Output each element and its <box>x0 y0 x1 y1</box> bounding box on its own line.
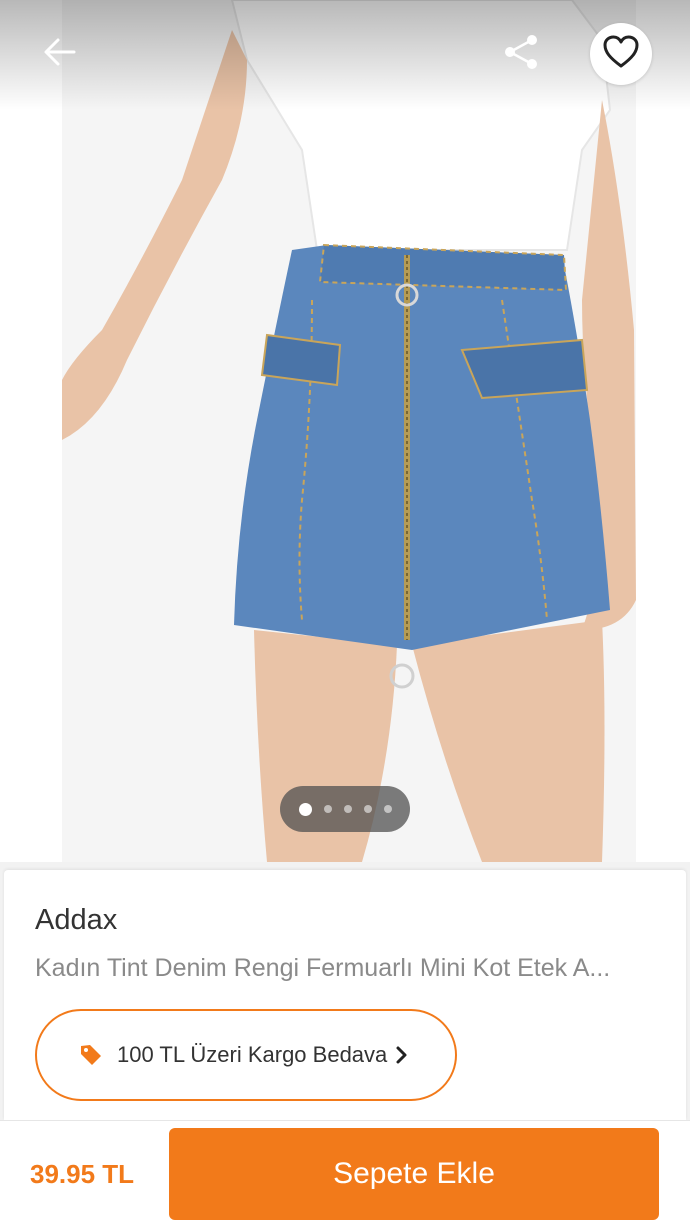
tag-icon <box>79 1043 103 1067</box>
back-button[interactable] <box>30 24 90 84</box>
pager-dot <box>343 805 352 813</box>
top-gradient-overlay <box>0 0 690 110</box>
product-detail-screen: Addax Kadın Tint Denim Rengi Fermuarlı M… <box>0 0 690 1227</box>
chevron-right-icon <box>395 1045 409 1065</box>
pager-dot <box>323 805 332 813</box>
share-button[interactable] <box>492 24 552 84</box>
share-icon <box>502 32 542 77</box>
arrow-left-icon <box>42 34 78 75</box>
pager-dot-active <box>298 802 312 816</box>
purchase-bar: 39.95 TL Sepete Ekle <box>0 1120 690 1227</box>
product-brand[interactable]: Addax <box>35 904 117 937</box>
product-name: Kadın Tint Denim Rengi Fermuarlı Mini Ko… <box>35 954 611 982</box>
heart-outline-icon <box>602 34 640 75</box>
image-pager-indicator <box>280 786 410 832</box>
add-to-cart-button[interactable]: Sepete Ekle <box>169 1128 659 1220</box>
product-info-card: Addax Kadın Tint Denim Rengi Fermuarlı M… <box>4 870 686 1120</box>
pager-dot <box>383 805 392 813</box>
product-image-gallery[interactable] <box>0 0 690 862</box>
free-shipping-text: 100 TL Üzeri Kargo Bedava <box>117 1042 388 1067</box>
product-price: 39.95 TL <box>30 1159 135 1189</box>
pager-dot <box>363 805 372 813</box>
free-shipping-badge[interactable]: 100 TL Üzeri Kargo Bedava <box>35 1009 457 1101</box>
favorite-button[interactable] <box>590 23 652 85</box>
product-photo <box>62 0 636 862</box>
